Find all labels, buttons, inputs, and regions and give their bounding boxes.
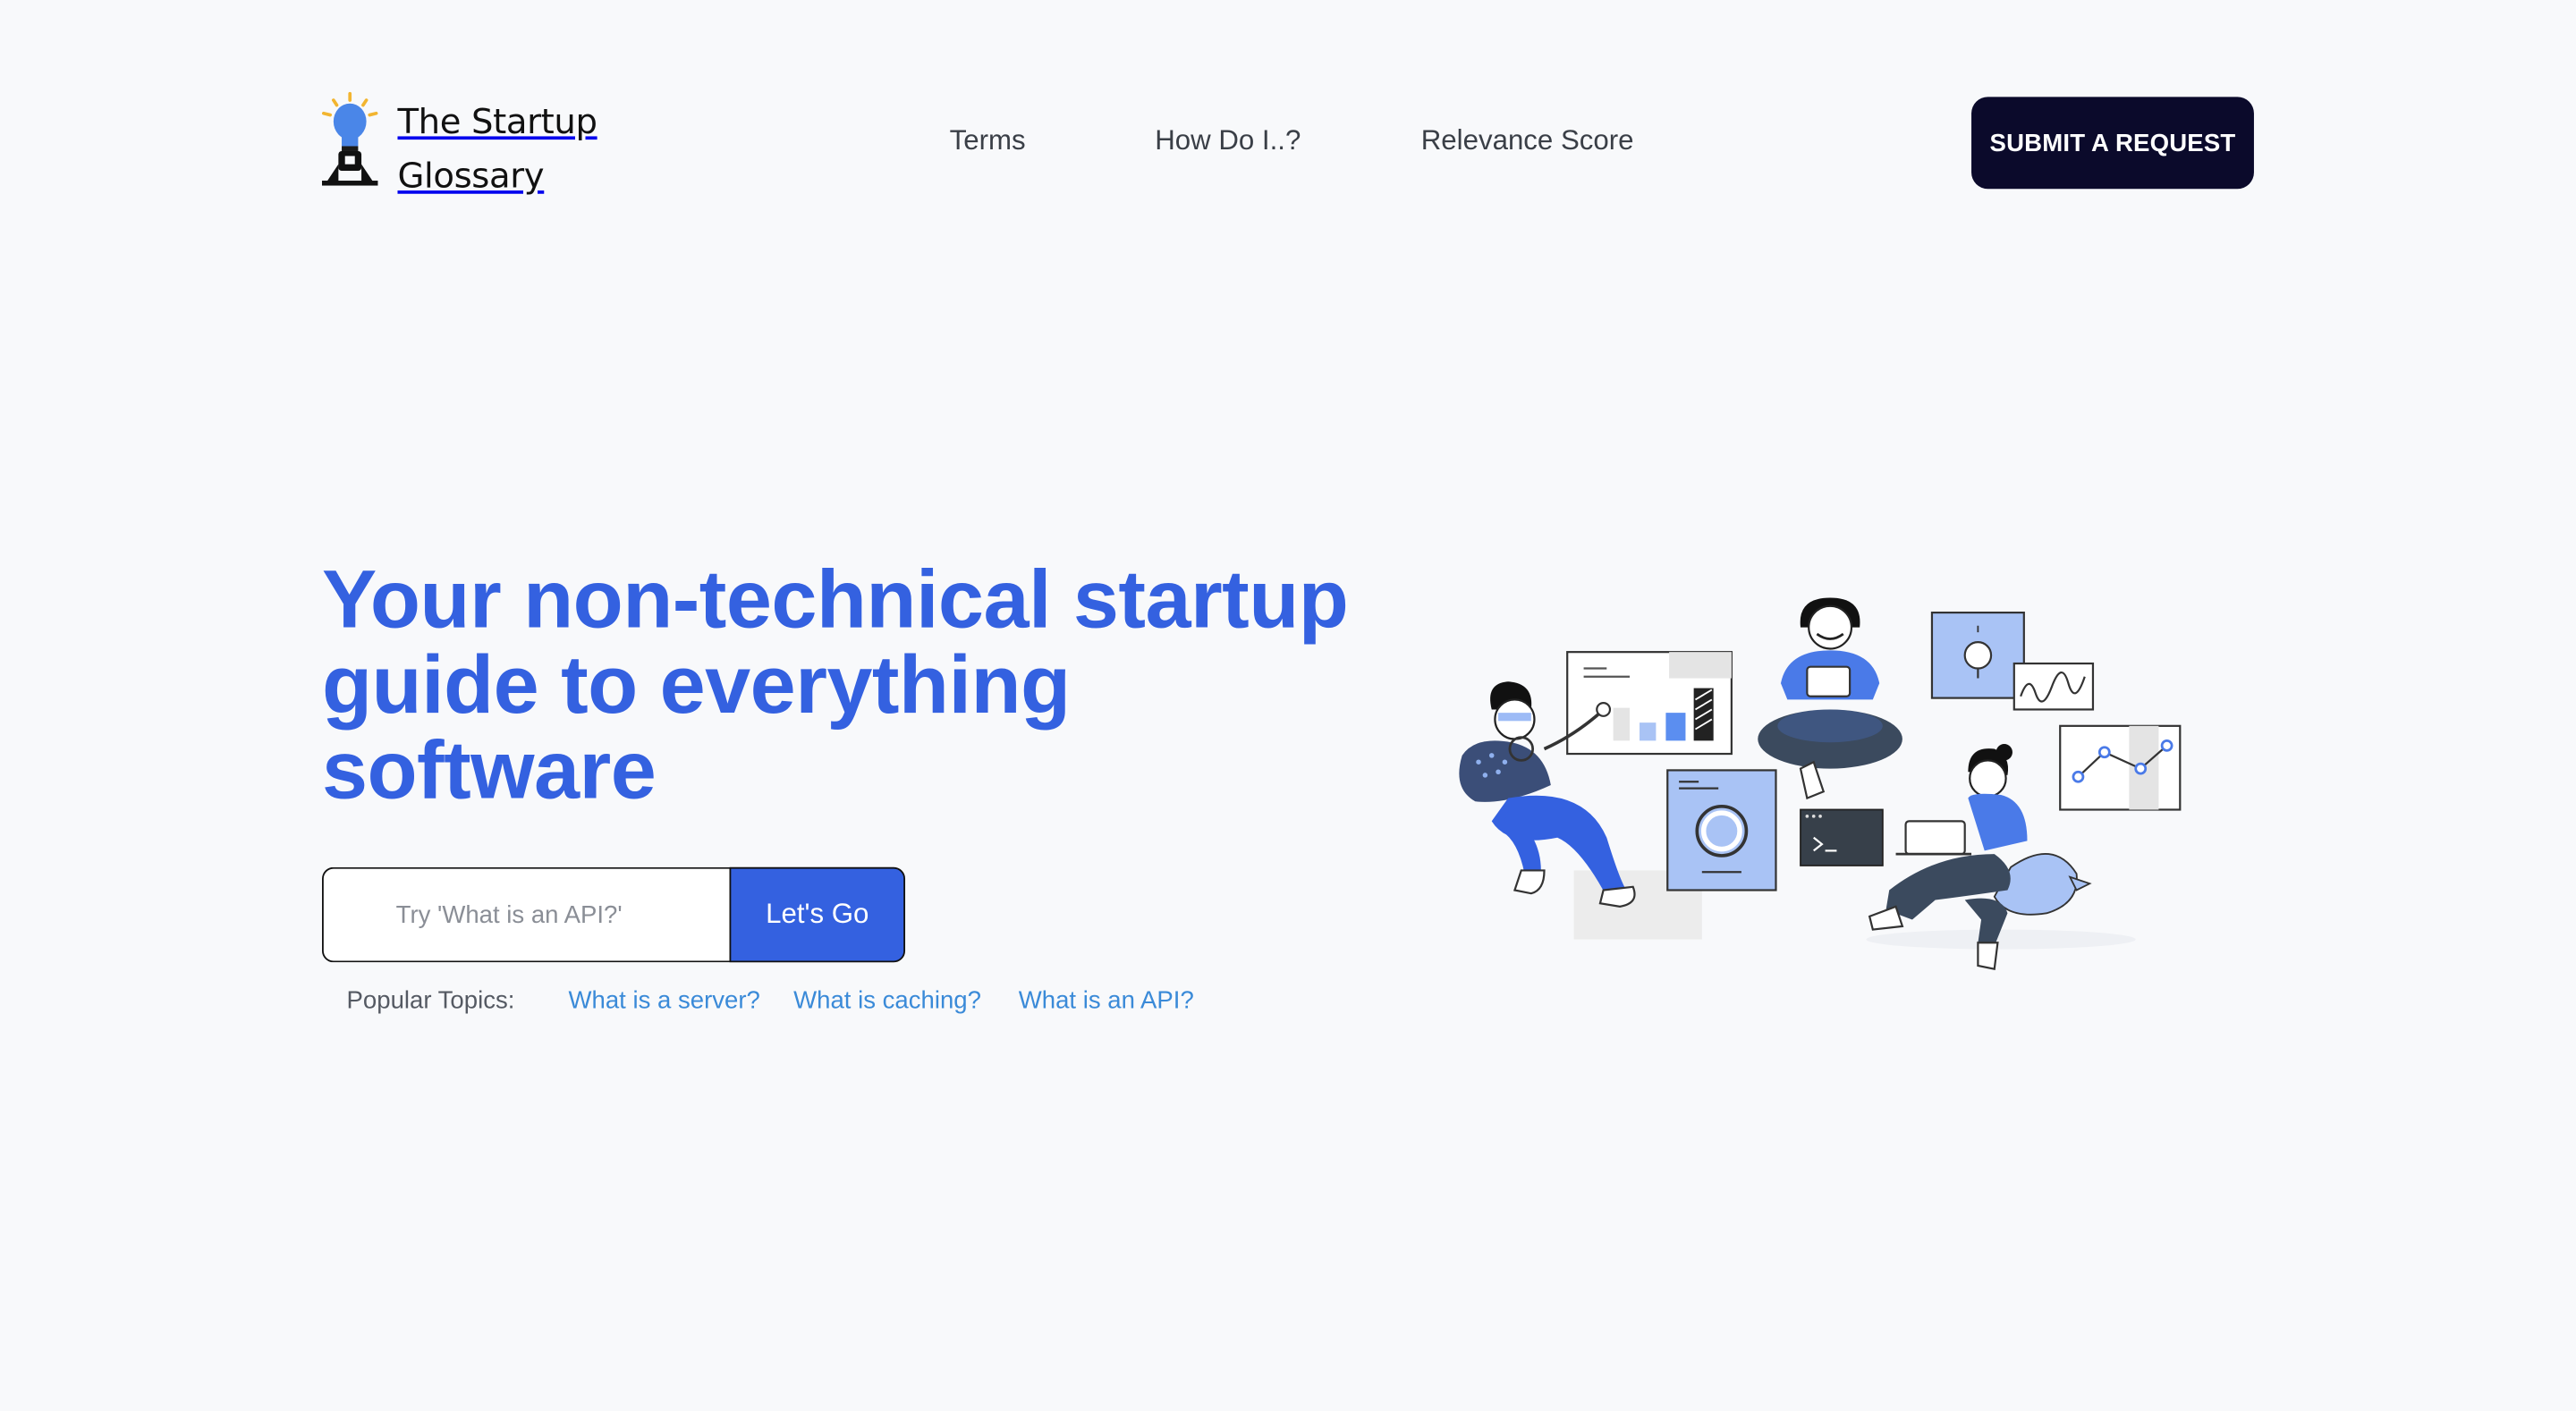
terminal-icon: [1800, 808, 1884, 866]
brand-name-line1: The Startup: [397, 101, 597, 141]
idea-panel-icon: [1930, 611, 2025, 699]
nav-relevance-score[interactable]: Relevance Score: [1421, 125, 1634, 158]
brand-logo[interactable]: The Startup Glossary: [318, 89, 597, 204]
person-middle-figure: [1758, 597, 1902, 800]
bar-chart-panel-icon: [1566, 651, 1733, 756]
lets-go-button[interactable]: Let's Go: [729, 866, 906, 963]
nav-terms[interactable]: Terms: [950, 125, 1026, 158]
topic-link-api[interactable]: What is an API?: [1019, 987, 1194, 1015]
search-input[interactable]: [321, 866, 730, 963]
submit-request-button[interactable]: SUBMIT A REQUEST: [1971, 97, 2254, 190]
topic-link-caching[interactable]: What is caching?: [793, 987, 981, 1015]
search-form: Let's Go: [321, 866, 906, 963]
nav-how-do-i[interactable]: How Do I..?: [1155, 125, 1301, 158]
brand-name-line2: Glossary: [397, 156, 545, 196]
gauge-panel-icon: [1666, 769, 1777, 891]
topic-link-server[interactable]: What is a server?: [568, 987, 759, 1015]
hero-illustration: [1443, 591, 2199, 985]
wave-panel-icon: [2012, 662, 2095, 711]
hero-title: Your non-technical startup guide to ever…: [321, 553, 1349, 816]
site-header: The Startup Glossary Terms How Do I..? R…: [0, 0, 2576, 279]
line-chart-panel-icon: [2059, 724, 2182, 811]
popular-topics-label: Popular Topics:: [346, 986, 515, 1016]
landing-page: The Startup Glossary Terms How Do I..? R…: [0, 0, 2576, 1411]
brand-name: The Startup Glossary: [397, 96, 597, 204]
lightbulb-rocket-icon: [318, 89, 384, 194]
